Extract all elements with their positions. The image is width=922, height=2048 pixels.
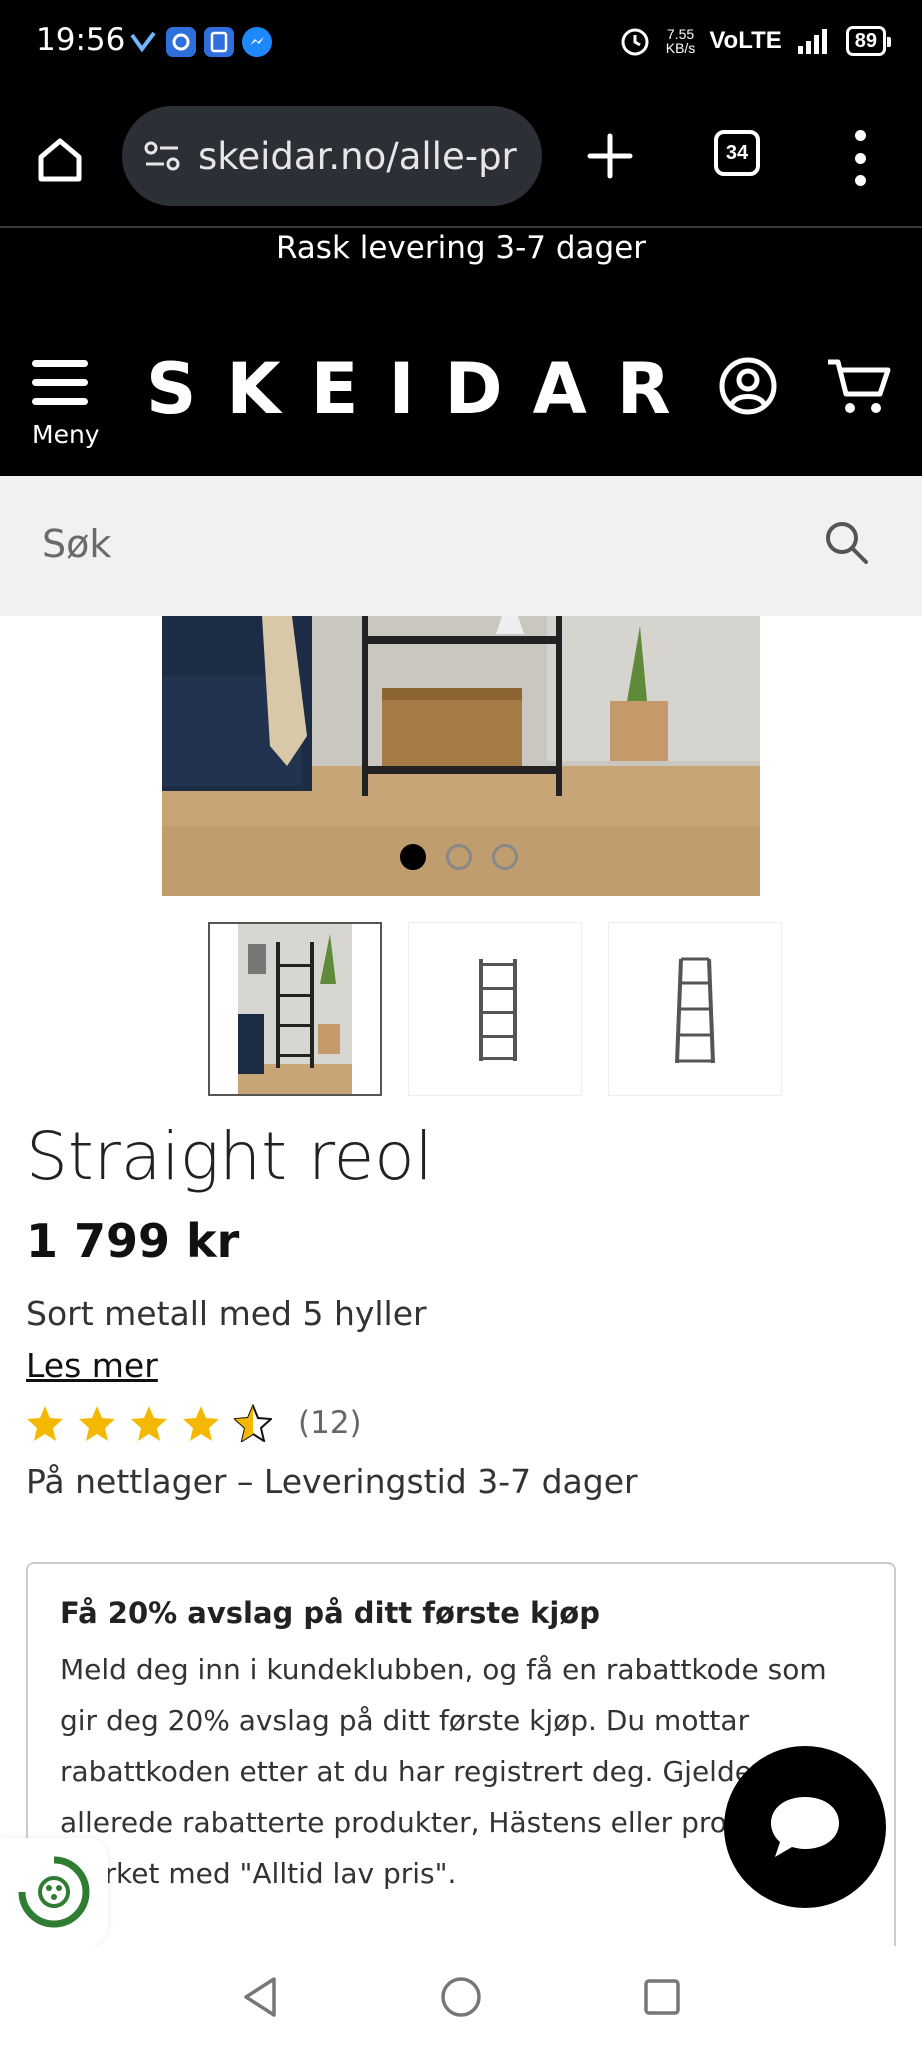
back-button[interactable] — [230, 1967, 290, 2027]
delivery-promo: Rask levering 3-7 dager — [275, 230, 647, 266]
star-half-icon — [234, 1404, 272, 1442]
product-title: Straight reol — [26, 1118, 433, 1195]
speed-unit: KB/s — [665, 40, 696, 56]
carousel-dot[interactable] — [492, 844, 518, 870]
carousel-dot[interactable] — [446, 844, 472, 870]
back-icon — [244, 1977, 277, 2017]
product-price: 1 799 kr — [26, 1214, 240, 1268]
url-text: skeidar.no/alle-pr — [198, 134, 517, 178]
square-recents-icon — [643, 1979, 680, 2015]
chat-bubble-icon — [771, 1797, 839, 1857]
rating-count[interactable]: (12) — [298, 1405, 362, 1441]
menu-dot — [854, 152, 866, 164]
circle-home-icon — [441, 1977, 481, 2017]
search-placeholder: Søk — [42, 522, 112, 566]
system-navigation-bar — [0, 1946, 922, 2048]
account-icon[interactable] — [718, 356, 778, 416]
menu-button[interactable] — [32, 360, 94, 417]
rating[interactable]: (12) — [26, 1404, 362, 1442]
speed-value: 7.55 — [666, 26, 695, 42]
address-bar[interactable]: skeidar.no/alle-pr — [122, 106, 542, 206]
thumbnail-2[interactable] — [408, 922, 582, 1096]
stock-status: På nettlager – Leveringstid 3-7 dager — [26, 1462, 638, 1501]
menu-label[interactable]: Meny — [32, 420, 100, 449]
thumbnail-image — [479, 959, 517, 1061]
browser-toolbar: skeidar.no/alle-pr 34 — [0, 86, 922, 228]
app-notification-icon — [204, 27, 234, 57]
menu-dot — [854, 130, 866, 141]
star-full-icon — [183, 1406, 219, 1441]
thumbnail-3[interactable] — [608, 922, 782, 1096]
new-tab-button[interactable] — [580, 126, 640, 186]
home-button[interactable] — [30, 130, 90, 190]
site-logo[interactable]: SKEIDAR — [146, 348, 701, 430]
app-notification-icon — [166, 27, 196, 57]
app-notification-icon — [128, 27, 158, 57]
site-settings-icon[interactable] — [142, 136, 182, 176]
home-nav-button[interactable] — [431, 1967, 491, 2027]
recents-button[interactable] — [632, 1967, 692, 2027]
search-icon[interactable] — [822, 518, 870, 566]
thumbnail-1[interactable] — [208, 922, 382, 1096]
recycle-icon — [18, 1856, 90, 1928]
star-full-icon — [79, 1406, 115, 1441]
network-type: VoLTE — [709, 27, 782, 54]
browser-menu-button[interactable] — [840, 130, 880, 186]
notification-icons — [128, 27, 272, 57]
thumbnail-image — [238, 924, 352, 1094]
home-icon — [38, 138, 82, 182]
chat-button[interactable] — [724, 1746, 886, 1908]
alarm-icon — [621, 28, 649, 56]
eco-badge[interactable] — [0, 1838, 108, 1946]
battery-indicator: 89 — [845, 26, 892, 56]
signal-icon — [797, 29, 827, 54]
search-input[interactable]: Søk — [0, 476, 922, 616]
status-time: 19:56 — [36, 22, 126, 58]
star-full-icon — [131, 1406, 167, 1441]
cart-icon[interactable] — [826, 356, 892, 416]
carousel-dot[interactable] — [400, 844, 426, 870]
status-bar: 19:56 7.55 KB/s VoLTE 89 — [0, 0, 922, 86]
site-header: Rask levering 3-7 dager Meny SKEIDAR — [0, 228, 922, 476]
network-speed: 7.55 KB/s — [666, 27, 696, 55]
menu-dot — [854, 175, 866, 186]
thumbnail-image — [675, 957, 715, 1064]
tab-switcher-button[interactable]: 34 — [714, 130, 760, 176]
carousel-dots — [400, 844, 518, 870]
club-offer-heading: Få 20% avslag på ditt første kjøp — [60, 1596, 600, 1630]
plus-icon — [587, 133, 633, 179]
read-more-link[interactable]: Les mer — [26, 1346, 158, 1385]
messenger-icon — [242, 27, 272, 57]
product-description: Sort metall med 5 hyller — [26, 1294, 427, 1333]
status-indicators: 7.55 KB/s VoLTE 89 — [618, 24, 892, 58]
star-full-icon — [27, 1406, 63, 1441]
